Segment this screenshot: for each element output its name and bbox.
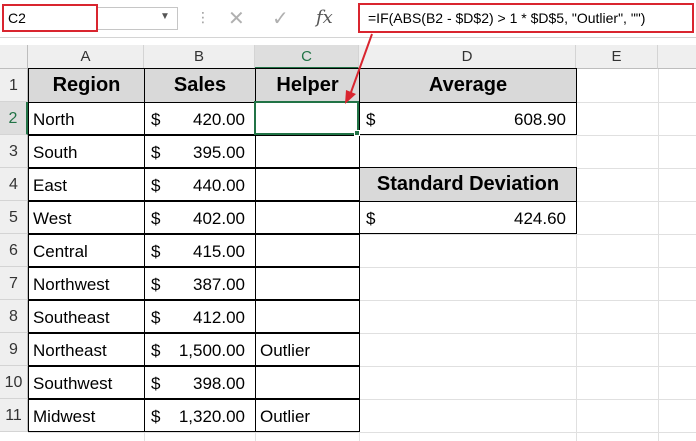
annotation-arrow [345, 33, 373, 104]
arrow-line [349, 33, 373, 96]
arrow-head [345, 90, 356, 104]
